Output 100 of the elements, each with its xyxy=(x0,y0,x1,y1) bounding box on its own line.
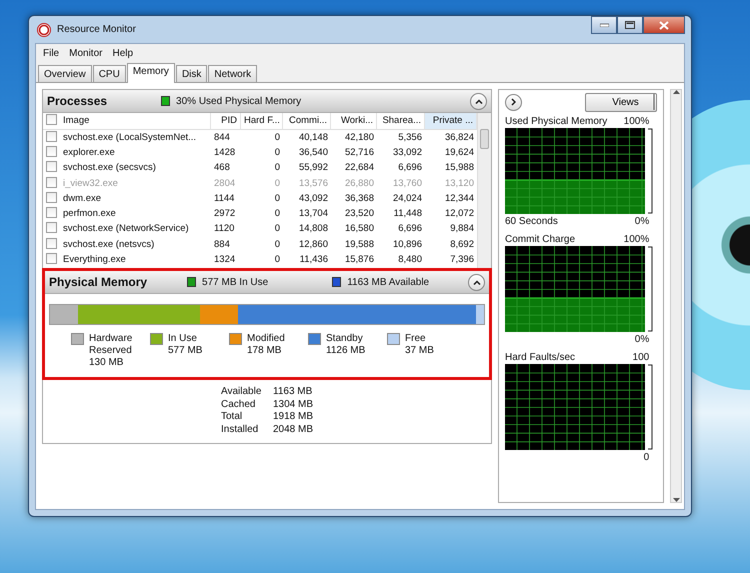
column-header[interactable]: Private ... xyxy=(425,113,477,130)
menu-item[interactable]: File xyxy=(38,45,64,62)
section-title: Physical Memory xyxy=(49,274,148,291)
collapse-button[interactable] xyxy=(468,274,485,290)
table-cell-text: 52,716 xyxy=(344,146,375,160)
column-header[interactable]: Commi... xyxy=(283,113,331,130)
graph-max-label: 100 xyxy=(632,351,650,364)
stat-value: 1163 MB xyxy=(273,386,314,399)
usage-indicator-icon xyxy=(161,96,170,106)
chevron-up-icon xyxy=(474,98,482,104)
tab[interactable]: Overview xyxy=(38,65,92,82)
table-cell-text: 5,356 xyxy=(397,131,423,146)
table-cell: perfmon.exe xyxy=(63,208,116,220)
table-cell-text: 22,684 xyxy=(344,161,375,176)
table-cell-text: 1428 xyxy=(213,146,236,160)
stat-value: 2048 MB xyxy=(273,424,314,437)
row-checkbox[interactable] xyxy=(46,207,57,218)
table-cell: svchost.exe (netsvcs) xyxy=(63,238,154,250)
table-cell-text: 12,072 xyxy=(444,207,475,222)
table-cell-text: 12,344 xyxy=(444,192,475,206)
column-header[interactable]: Image xyxy=(63,115,90,126)
memory-usage-label: 30% Used Physical Memory xyxy=(176,94,302,108)
table-cell-text: 33,092 xyxy=(392,146,423,160)
table-cell-text: 10,896 xyxy=(392,238,423,252)
table-cell-text: 1144 xyxy=(213,192,236,206)
table-cell: svchost.exe (secsvcs) xyxy=(63,162,156,174)
graph-min-label: 0% xyxy=(634,215,650,228)
close-icon xyxy=(659,20,669,30)
graph-title: Used Physical Memory xyxy=(505,115,608,128)
maximize-button[interactable] xyxy=(617,16,643,34)
row-checkbox[interactable] xyxy=(46,252,57,264)
stat-label: Total xyxy=(221,411,244,424)
menu-item[interactable]: Monitor xyxy=(64,45,108,62)
menu-item[interactable]: Help xyxy=(107,45,138,62)
table-cell-text: 36,368 xyxy=(344,192,375,206)
row-checkbox[interactable] xyxy=(46,131,57,142)
tab[interactable]: CPU xyxy=(92,65,126,82)
collapse-button[interactable] xyxy=(470,92,487,110)
table-cell-text: 0 xyxy=(274,161,281,176)
stat-label: Cached xyxy=(221,398,256,412)
table-cell-text: 36,540 xyxy=(298,146,329,160)
column-header[interactable]: PID xyxy=(211,113,241,130)
table-cell-text: 6,696 xyxy=(397,161,423,176)
legend-label: Modified xyxy=(247,333,285,345)
table-cell-text: 11,448 xyxy=(392,207,423,222)
table-cell: explorer.exe xyxy=(63,147,115,158)
column-header[interactable]: Worki... xyxy=(331,113,377,130)
stat-value: 1918 MB xyxy=(273,411,314,424)
table-cell-text: 844 xyxy=(213,131,231,146)
table-cell-text: 884 xyxy=(213,238,231,252)
table-cell-text: 8,480 xyxy=(397,252,423,267)
scrollbar[interactable] xyxy=(670,89,682,503)
views-button[interactable]: Views xyxy=(585,92,658,112)
close-button[interactable] xyxy=(643,16,685,34)
tab[interactable]: Disk xyxy=(176,65,208,82)
row-checkbox[interactable] xyxy=(46,161,57,172)
row-checkbox[interactable] xyxy=(46,192,57,203)
table-cell-text: 19,588 xyxy=(344,238,375,252)
table-cell-text: 43,092 xyxy=(298,192,329,206)
table-cell-text: 40,148 xyxy=(298,131,329,146)
legend-label: Standby xyxy=(326,333,364,345)
legend-value: 130 MB xyxy=(89,357,124,369)
table-cell-text: 8,692 xyxy=(449,238,475,252)
stat-label: Installed xyxy=(221,424,260,437)
graph-min-label: 0 xyxy=(644,451,650,464)
table-cell: i_view32.exe xyxy=(63,178,118,189)
table-cell-text: 14,808 xyxy=(298,222,329,236)
row-checkbox[interactable] xyxy=(46,238,57,249)
table-cell-text: 0 xyxy=(274,146,281,160)
chevron-right-icon xyxy=(511,98,516,106)
table-cell-text: 13,704 xyxy=(298,207,329,222)
table-cell-text: 2804 xyxy=(213,176,236,191)
minimize-button[interactable] xyxy=(591,16,617,34)
table-cell-text: 24,024 xyxy=(392,192,423,206)
window-title: Resource Monitor xyxy=(57,23,136,37)
row-checkbox[interactable] xyxy=(46,146,57,158)
graph-title: Commit Charge xyxy=(505,233,576,246)
tab[interactable]: Network xyxy=(208,65,258,82)
expand-button[interactable] xyxy=(505,94,522,110)
table-cell-text: 12,860 xyxy=(298,238,329,252)
tab[interactable]: Memory xyxy=(126,63,175,83)
select-all-checkbox[interactable] xyxy=(46,114,57,125)
row-checkbox[interactable] xyxy=(46,222,57,234)
column-header[interactable]: Sharea... xyxy=(377,113,425,130)
minimize-icon xyxy=(600,23,608,27)
table-cell-text: 42,180 xyxy=(344,131,375,146)
table-cell-text: 0 xyxy=(274,192,281,206)
table-cell-text: 15,988 xyxy=(444,161,475,176)
time-span-label: 60 Seconds xyxy=(505,215,558,228)
column-header[interactable]: Hard F... xyxy=(241,113,283,130)
table-cell-text: 6,696 xyxy=(397,222,423,236)
legend-label: Hardware Reserved xyxy=(89,333,134,357)
legend-label: Free xyxy=(405,333,427,345)
table-cell-text: 0 xyxy=(274,131,281,146)
scrollbar[interactable] xyxy=(477,113,491,268)
table-cell: dwm.exe xyxy=(63,192,102,204)
legend-value: 577 MB xyxy=(168,345,202,357)
scroll-down-icon xyxy=(672,498,680,502)
chevron-up-icon xyxy=(472,280,480,284)
table-cell-text: 15,876 xyxy=(344,252,375,267)
